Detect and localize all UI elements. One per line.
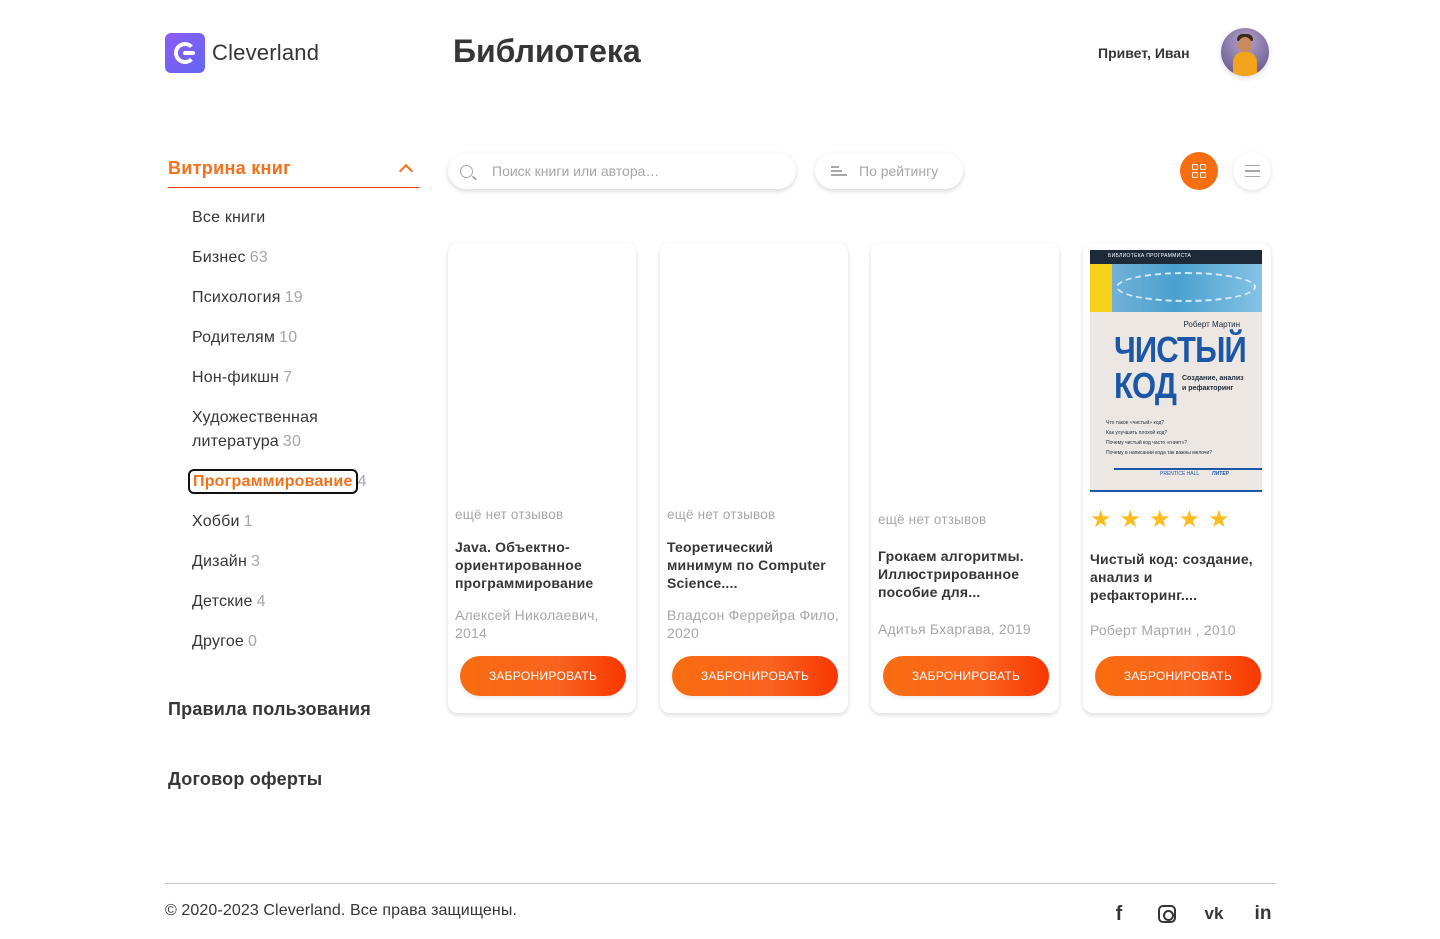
vk-icon[interactable]: vk <box>1202 902 1226 926</box>
cover-title-line1: ЧИСТЫЙ <box>1114 329 1247 370</box>
category-item[interactable]: Детские 4 <box>192 590 419 614</box>
user-avatar[interactable] <box>1221 28 1269 76</box>
book-author: Роберт Мартин , 2010 <box>1090 622 1236 638</box>
category-item[interactable]: Хобби 1 <box>192 510 419 534</box>
search-box[interactable] <box>448 153 796 189</box>
logo[interactable]: Cleverland <box>165 33 319 73</box>
book-card[interactable]: БИБЛИОТЕКА ПРОГРАММИСТА Роберт Мартин ЧИ… <box>1083 243 1271 713</box>
category-item[interactable]: Все книги <box>192 206 419 230</box>
star-icon: ★ <box>1090 506 1112 533</box>
sort-button[interactable]: По рейтингу <box>815 153 963 189</box>
book-card[interactable]: ещё нет отзывов Теоретический минимум по… <box>660 243 848 713</box>
book-title: Чистый код: создание, анализ и рефактори… <box>1090 551 1253 603</box>
book-title: Грокаем алгоритмы. Иллюстрированное посо… <box>878 548 1024 600</box>
no-reviews-text: ещё нет отзывов <box>455 507 564 522</box>
book-author: Алексей Николаевич, 2014 <box>455 607 599 641</box>
book-button[interactable]: ЗАБРОНИРОВАТЬ <box>1095 656 1261 696</box>
sort-icon <box>831 164 847 178</box>
star-icon: ★ <box>1208 506 1230 533</box>
book-title: Теоретический минимум по Computer Scienc… <box>667 539 826 591</box>
facebook-icon[interactable]: f <box>1107 902 1131 926</box>
sidebar: Витрина книг Все книги Бизнес 63 Психология… <box>168 150 419 789</box>
book-author: Владсон Феррейра Фило, 2020 <box>667 607 839 641</box>
grid-view-button[interactable] <box>1180 152 1218 190</box>
rating-stars: ★ ★ ★ ★ ★ <box>1090 508 1230 532</box>
showcase-toggle[interactable]: Витрина книг <box>168 150 419 188</box>
category-item[interactable]: Дизайн 3 <box>192 550 419 574</box>
category-count: 7 <box>283 369 293 386</box>
category-name: Программирование <box>188 469 358 494</box>
category-count: 4 <box>357 473 367 490</box>
category-name: Психология <box>192 289 281 306</box>
cover-subtitle: Создание, анализ и рефакторинг <box>1182 375 1244 392</box>
category-name: Другое <box>192 633 245 650</box>
category-name: Бизнес <box>192 249 246 266</box>
category-name: Хобби <box>192 513 240 530</box>
category-name: Все книги <box>192 209 266 226</box>
category-item[interactable]: Другое 0 <box>192 630 419 654</box>
no-reviews-text: ещё нет отзывов <box>878 512 987 527</box>
star-icon: ★ <box>1119 506 1142 533</box>
search-icon <box>460 164 473 178</box>
star-icon: ★ <box>1149 506 1171 533</box>
category-item[interactable]: Художественная литература 30 <box>192 406 362 454</box>
book-button[interactable]: ЗАБРОНИРОВАТЬ <box>883 656 1049 696</box>
cover-publisher1: PRENTICE HALL <box>1160 471 1200 477</box>
category-count: 3 <box>250 553 261 570</box>
no-reviews-text: ещё нет отзывов <box>667 507 776 522</box>
cover-bullets: Что такое «чистый» код? Как улучшить плох… <box>1106 418 1212 458</box>
search-input[interactable] <box>492 163 782 179</box>
category-item[interactable]: Психология 19 <box>192 286 419 310</box>
cover-bullet: Почему чистый код часто «гниет»? <box>1106 440 1188 446</box>
star-icon: ★ <box>1178 506 1201 533</box>
book-cover-image: БИБЛИОТЕКА ПРОГРАММИСТА Роберт Мартин ЧИ… <box>1090 250 1262 492</box>
category-item[interactable]: Программирование 4 <box>188 469 419 494</box>
list-view-button[interactable] <box>1233 152 1271 190</box>
category-item[interactable]: Нон-фикшн 7 <box>192 366 419 390</box>
book-button[interactable]: ЗАБРОНИРОВАТЬ <box>460 656 626 696</box>
linkedin-icon[interactable]: in <box>1251 902 1275 926</box>
sort-label: По рейтингу <box>859 163 939 179</box>
logo-mark-icon <box>165 33 205 73</box>
book-title: Java. Объектно-ориентированное программи… <box>455 539 594 591</box>
category-count: 10 <box>279 329 298 346</box>
category-count: 30 <box>282 433 302 450</box>
category-list: Все книги Бизнес 63 Психология 19 Родителям 10… <box>188 206 419 654</box>
grid-icon <box>1192 164 1206 178</box>
category-name: Нон-фикшн <box>192 369 280 386</box>
category-name: Родителям <box>192 329 276 346</box>
offer-link[interactable]: Договор оферты <box>168 769 322 790</box>
cover-title-line2: КОД <box>1114 365 1177 406</box>
logo-text: Cleverland <box>212 40 320 65</box>
footer-divider <box>165 883 1276 884</box>
category-count: 1 <box>243 513 253 530</box>
rules-link[interactable]: Правила пользования <box>168 699 371 720</box>
instagram-icon[interactable] <box>1155 902 1179 926</box>
category-count: 63 <box>249 249 268 266</box>
page-title: Библиотека <box>453 33 641 69</box>
category-count: 4 <box>256 593 266 610</box>
book-card[interactable]: ещё нет отзывов Java. Объектно-ориентиро… <box>448 243 636 713</box>
chevron-up-icon <box>398 163 414 178</box>
cover-series: БИБЛИОТЕКА ПРОГРАММИСТА <box>1108 253 1192 259</box>
category-name: Детские <box>192 593 253 610</box>
book-author: Адитья Бхаргава, 2019 <box>878 621 1031 637</box>
category-count: 0 <box>248 633 258 650</box>
cover-publisher2: ПИТЕР <box>1212 471 1229 477</box>
book-button[interactable]: ЗАБРОНИРОВАТЬ <box>672 656 838 696</box>
cover-bullet: Что такое «чистый» код? <box>1106 420 1165 426</box>
cover-bullet: Почему в написании кода так важны мелочи… <box>1106 450 1213 456</box>
user-greeting: Привет, Иван <box>1098 45 1190 61</box>
list-icon <box>1244 164 1260 167</box>
cover-author: Роберт Мартин <box>1183 320 1240 329</box>
category-count: 19 <box>284 289 303 306</box>
book-card[interactable]: ещё нет отзывов Грокаем алгоритмы. Иллюс… <box>871 243 1059 713</box>
category-item[interactable]: Родителям 10 <box>192 326 419 350</box>
category-name: Дизайн <box>192 553 247 570</box>
copyright: © 2020-2023 Cleverland. Все права защище… <box>165 902 518 919</box>
showcase-title: Витрина книг <box>168 158 291 178</box>
category-item[interactable]: Бизнес 63 <box>192 246 419 270</box>
cover-bullet: Как улучшить плохой код? <box>1106 430 1168 436</box>
